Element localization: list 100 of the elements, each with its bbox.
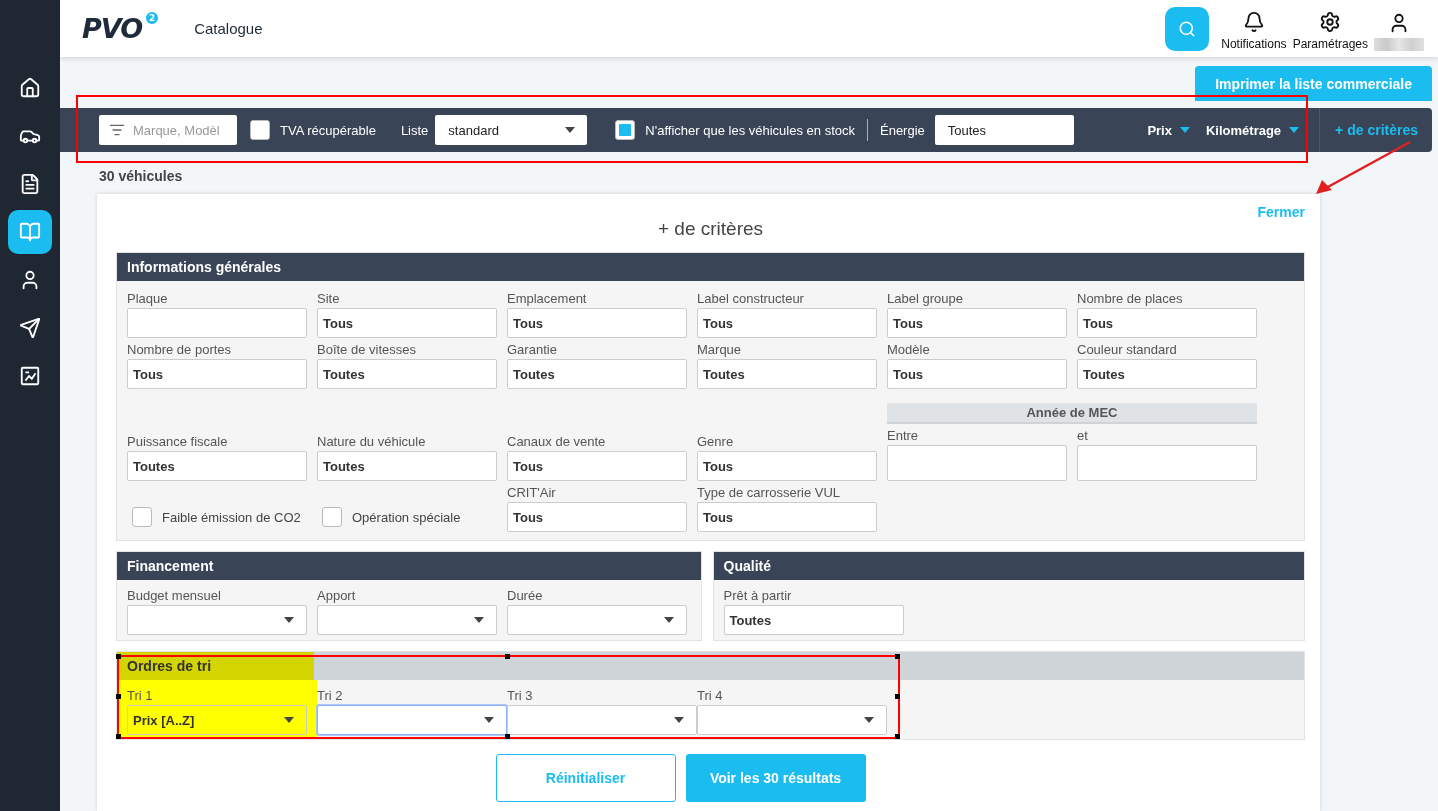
- checkbox-label: TVA récupérable: [280, 122, 376, 138]
- field-label: Apport: [317, 588, 357, 603]
- field-label: Nombre de places: [1077, 291, 1184, 306]
- input-field[interactable]: Toutes: [127, 451, 307, 481]
- caret-icon: [565, 127, 576, 133]
- section-header: Financement: [117, 552, 701, 580]
- field-label: Énergie: [880, 122, 925, 138]
- checkbox[interactable]: [322, 507, 342, 527]
- field-label: Garantie: [507, 342, 558, 357]
- section-header: Ordres de tri: [117, 652, 314, 680]
- settings-icon: [1319, 10, 1342, 33]
- chart-icon: [19, 365, 41, 387]
- document-icon: [19, 173, 41, 195]
- caret-icon: [864, 717, 874, 723]
- select-field[interactable]: Prix [A..Z]: [127, 705, 307, 735]
- panel-title: + de critères: [657, 218, 764, 240]
- field-label: Canaux de vente: [507, 434, 607, 449]
- caret-icon: [664, 617, 674, 623]
- field-label: CRIT'Air: [507, 485, 557, 500]
- input-field[interactable]: Tous: [697, 502, 877, 532]
- input-field[interactable]: Toutes: [723, 605, 904, 635]
- input-field[interactable]: [127, 308, 307, 338]
- field-label: Tri 1: [127, 688, 154, 703]
- checkbox[interactable]: [132, 507, 152, 527]
- sort-toggle[interactable]: Kilométrage: [1205, 122, 1300, 138]
- field-label: Modèle: [887, 342, 931, 357]
- section-header: Informations générales: [117, 253, 1304, 281]
- page-title: Catalogue: [194, 20, 263, 37]
- field-label: Couleur standard: [1077, 342, 1178, 357]
- caret-icon: [284, 617, 294, 623]
- search-icon: [1178, 19, 1197, 38]
- input-field[interactable]: Tous: [507, 308, 687, 338]
- input-field[interactable]: [887, 445, 1067, 481]
- field-label: Prêt à partir: [723, 588, 793, 603]
- input-field[interactable]: Toutes: [317, 359, 497, 389]
- field-label: Emplacement: [507, 291, 588, 306]
- caret-icon: [484, 717, 494, 723]
- field-label: Boîte de vitesses: [317, 342, 417, 357]
- field-label: Plaque: [127, 291, 169, 306]
- select-field[interactable]: [697, 705, 887, 735]
- caret-icon: [1179, 127, 1190, 133]
- select-field[interactable]: [507, 605, 687, 635]
- field-label: Tri 3: [507, 688, 534, 703]
- search-button[interactable]: [1165, 6, 1210, 51]
- input-field[interactable]: [1077, 445, 1257, 481]
- input-field[interactable]: Tous: [697, 451, 877, 481]
- input-field[interactable]: Tous: [1077, 308, 1257, 338]
- input-field[interactable]: Toutes: [507, 359, 687, 389]
- input-field[interactable]: Tous: [507, 451, 687, 481]
- input-field[interactable]: Toutes: [934, 115, 1074, 145]
- field-label: Puissance fiscale: [127, 434, 229, 449]
- input-field[interactable]: Tous: [317, 308, 497, 338]
- home-icon: [19, 77, 41, 99]
- search-field[interactable]: Marque, Modèl: [99, 115, 237, 145]
- field-label: Type de carrosserie VUL: [697, 485, 842, 500]
- field-label: Nombre de portes: [127, 342, 233, 357]
- field-label: Budget mensuel: [127, 588, 222, 603]
- input-field[interactable]: Toutes: [697, 359, 877, 389]
- field-label: Nature du véhicule: [317, 434, 427, 449]
- input-field[interactable]: Tous: [127, 359, 307, 389]
- select-field[interactable]: [317, 605, 497, 635]
- select-field[interactable]: [507, 705, 697, 735]
- field-label: Marque: [697, 342, 743, 357]
- result-count: 30 véhicules: [99, 168, 184, 184]
- field-label: Entre: [887, 428, 920, 443]
- logo: PVO 2: [80, 11, 159, 46]
- sidebar-item[interactable]: [8, 210, 52, 254]
- input-field[interactable]: Tous: [887, 308, 1067, 338]
- select-field[interactable]: [127, 605, 307, 635]
- group-title: Année de MEC: [887, 403, 1257, 424]
- book-icon: [19, 221, 41, 243]
- checkbox-label[interactable]: Opération spéciale: [317, 502, 497, 532]
- checkbox[interactable]: [615, 120, 636, 140]
- field-label: Durée: [507, 588, 544, 603]
- sort-toggle[interactable]: Prix: [1147, 122, 1190, 138]
- input-field[interactable]: Tous: [507, 502, 687, 532]
- field-label: Genre: [697, 434, 735, 449]
- select-field[interactable]: [317, 705, 507, 735]
- section-header: Qualité: [713, 552, 1304, 580]
- select-field[interactable]: standard: [435, 115, 588, 145]
- filter-icon: [109, 122, 125, 138]
- user-menu[interactable]: [1374, 11, 1424, 51]
- field-label: Liste: [400, 122, 429, 138]
- input-field[interactable]: Toutes: [317, 451, 497, 481]
- checkbox-label: N'afficher que les véhicules en stock: [645, 122, 855, 138]
- field-label: Label groupe: [887, 291, 964, 306]
- caret-icon: [474, 617, 484, 623]
- field-label: Site: [317, 291, 341, 306]
- input-field[interactable]: Toutes: [1077, 359, 1257, 389]
- input-field[interactable]: Tous: [887, 359, 1067, 389]
- field-label: et: [1077, 428, 1089, 443]
- header-action[interactable]: Notifications: [1221, 10, 1287, 51]
- checkbox[interactable]: [250, 120, 270, 140]
- caret-icon: [284, 717, 294, 723]
- checkbox-label[interactable]: Faible émission de CO2: [127, 502, 307, 532]
- bell-icon: [1242, 10, 1265, 33]
- header-action[interactable]: Paramétrages: [1292, 10, 1368, 51]
- more-criteria-link[interactable]: + de critères: [1319, 108, 1432, 152]
- caret-icon: [1289, 127, 1300, 133]
- input-field[interactable]: Tous: [697, 308, 877, 338]
